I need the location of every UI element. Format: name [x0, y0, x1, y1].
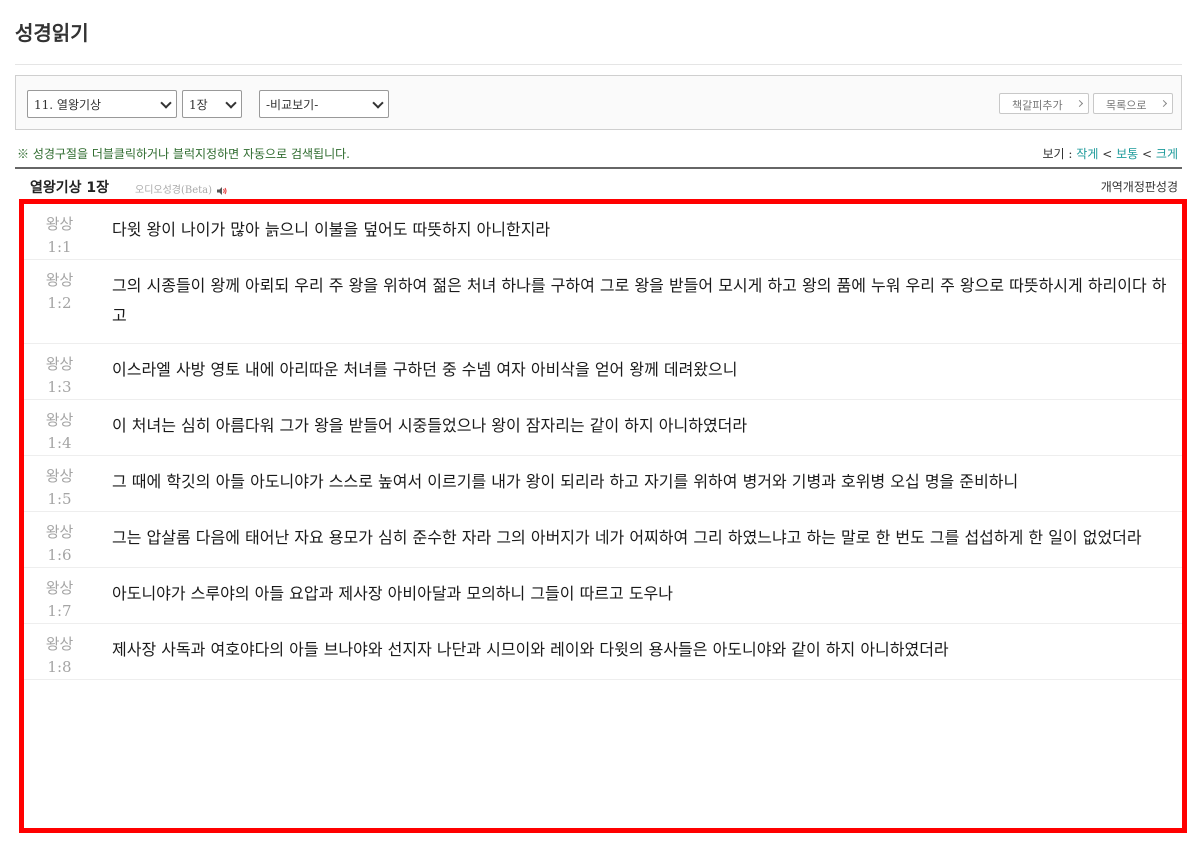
verse-book: 왕상: [45, 411, 74, 429]
verse-book: 왕상: [45, 635, 74, 653]
view-size-label: 보기 :: [1042, 147, 1073, 161]
verse-row[interactable]: 왕상 1:2 그의 시종들이 왕께 아뢰되 우리 주 왕을 위하여 젊은 처녀 …: [24, 260, 1182, 344]
verse-text[interactable]: 이스라엘 사방 영토 내에 아리따운 처녀를 구하던 중 수넴 여자 아비삭을 …: [107, 344, 1174, 399]
verse-row[interactable]: 왕상 1:1 다윗 왕이 나이가 많아 늙으니 이불을 덮어도 따뜻하지 아니한…: [24, 204, 1182, 260]
verse-number: 1:4: [47, 434, 72, 452]
verse-reference: 왕상 1:6: [32, 512, 107, 567]
verse-number: 1:2: [47, 294, 72, 312]
chevron-down-icon: [160, 97, 172, 109]
audio-bible-label: 오디오성경(Beta): [135, 185, 213, 196]
view-size-large-link[interactable]: 크게: [1156, 147, 1178, 161]
chapter-title: 열왕기상 1장: [30, 180, 110, 196]
verse-book: 왕상: [45, 523, 74, 541]
verse-text[interactable]: 그 때에 학깃의 아들 아도니야가 스스로 높여서 이르기를 내가 왕이 되리라…: [107, 456, 1174, 511]
verse-reference: 왕상 1:7: [32, 568, 107, 623]
view-size-separator: <: [1102, 147, 1113, 161]
chapter-select[interactable]: 1장: [182, 90, 242, 118]
verse-number: 1:8: [47, 658, 72, 676]
verse-row[interactable]: 왕상 1:6 그는 압살롬 다음에 태어난 자요 용모가 심히 준수한 자라 그…: [24, 512, 1182, 568]
page-title: 성경읽기: [15, 21, 89, 45]
verse-row[interactable]: 왕상 1:5 그 때에 학깃의 아들 아도니야가 스스로 높여서 이르기를 내가…: [24, 456, 1182, 512]
view-size-separator: <: [1142, 147, 1153, 161]
chapter-divider: [15, 167, 1182, 169]
verse-book: 왕상: [45, 271, 74, 289]
verse-book: 왕상: [45, 579, 74, 597]
book-select-value: 11. 열왕기상: [34, 98, 102, 112]
bible-version-label: 개역개정판성경: [1100, 180, 1178, 194]
verse-reference: 왕상 1:1: [32, 204, 107, 259]
verse-number: 1:1: [47, 238, 72, 256]
view-size-normal-link[interactable]: 보통: [1116, 147, 1138, 161]
add-bookmark-button[interactable]: 책갈피추가: [999, 93, 1089, 114]
compare-select[interactable]: -비교보기-: [259, 90, 389, 118]
verse-row[interactable]: 왕상 1:7 아도니야가 스루야의 아들 요압과 제사장 아비아달과 모의하니 …: [24, 568, 1182, 624]
speaker-icon: [217, 186, 227, 195]
verse-reference: 왕상 1:3: [32, 344, 107, 399]
add-bookmark-label: 책갈피추가: [1012, 99, 1063, 112]
verse-row[interactable]: 왕상 1:3 이스라엘 사방 영토 내에 아리따운 처녀를 구하던 중 수넴 여…: [24, 344, 1182, 400]
audio-bible-link[interactable]: 오디오성경(Beta): [135, 181, 227, 196]
title-divider: [15, 64, 1182, 65]
verse-text[interactable]: 다윗 왕이 나이가 많아 늙으니 이불을 덮어도 따뜻하지 아니한지라: [107, 204, 1174, 259]
verse-text[interactable]: 이 처녀는 심히 아름다워 그가 왕을 받들어 시중들었으나 왕이 잠자리는 같…: [107, 400, 1174, 455]
chapter-select-value: 1장: [189, 98, 208, 112]
verse-book: 왕상: [45, 355, 74, 373]
chevron-right-icon: [1075, 99, 1084, 108]
chevron-down-icon: [372, 97, 384, 109]
verse-row[interactable]: 왕상 1:8 제사장 사독과 여호야다의 아들 브나야와 선지자 나단과 시므이…: [24, 624, 1182, 680]
verse-reference: 왕상 1:2: [32, 260, 107, 343]
verse-number: 1:7: [47, 602, 72, 620]
verse-number: 1:3: [47, 378, 72, 396]
chevron-down-icon: [225, 97, 237, 109]
verse-list: 왕상 1:1 다윗 왕이 나이가 많아 늙으니 이불을 덮어도 따뜻하지 아니한…: [19, 199, 1187, 833]
verse-text[interactable]: 아도니야가 스루야의 아들 요압과 제사장 아비아달과 모의하니 그들이 따르고…: [107, 568, 1174, 623]
verse-reference: 왕상 1:8: [32, 624, 107, 679]
verse-reference: 왕상 1:4: [32, 400, 107, 455]
verse-text[interactable]: 그는 압살롬 다음에 태어난 자요 용모가 심히 준수한 자라 그의 아버지가 …: [107, 512, 1174, 567]
verse-book: 왕상: [45, 467, 74, 485]
verse-row[interactable]: 왕상 1:4 이 처녀는 심히 아름다워 그가 왕을 받들어 시중들었으나 왕이…: [24, 400, 1182, 456]
verse-reference: 왕상 1:5: [32, 456, 107, 511]
verse-book: 왕상: [45, 215, 74, 233]
view-size-small-link[interactable]: 작게: [1076, 147, 1098, 161]
compare-select-value: -비교보기-: [266, 98, 319, 112]
verse-text[interactable]: 제사장 사독과 여호야다의 아들 브나야와 선지자 나단과 시므이와 레이와 다…: [107, 624, 1174, 679]
bible-toolbar: 11. 열왕기상 1장 -비교보기- 책갈피추가 목록으로: [15, 75, 1182, 130]
back-to-list-button[interactable]: 목록으로: [1093, 93, 1173, 114]
verse-text[interactable]: 그의 시종들이 왕께 아뢰되 우리 주 왕을 위하여 젊은 처녀 하나를 구하여…: [107, 260, 1174, 343]
verse-number: 1:6: [47, 546, 72, 564]
back-to-list-label: 목록으로: [1106, 99, 1147, 112]
chevron-right-icon: [1159, 99, 1168, 108]
view-size-control: 보기 : 작게 < 보통 < 크게: [1043, 145, 1179, 162]
book-select[interactable]: 11. 열왕기상: [27, 90, 177, 118]
search-notice: ※ 성경구절을 더블클릭하거나 블럭지정하면 자동으로 검색됩니다.: [17, 147, 350, 161]
verse-number: 1:5: [47, 490, 72, 508]
